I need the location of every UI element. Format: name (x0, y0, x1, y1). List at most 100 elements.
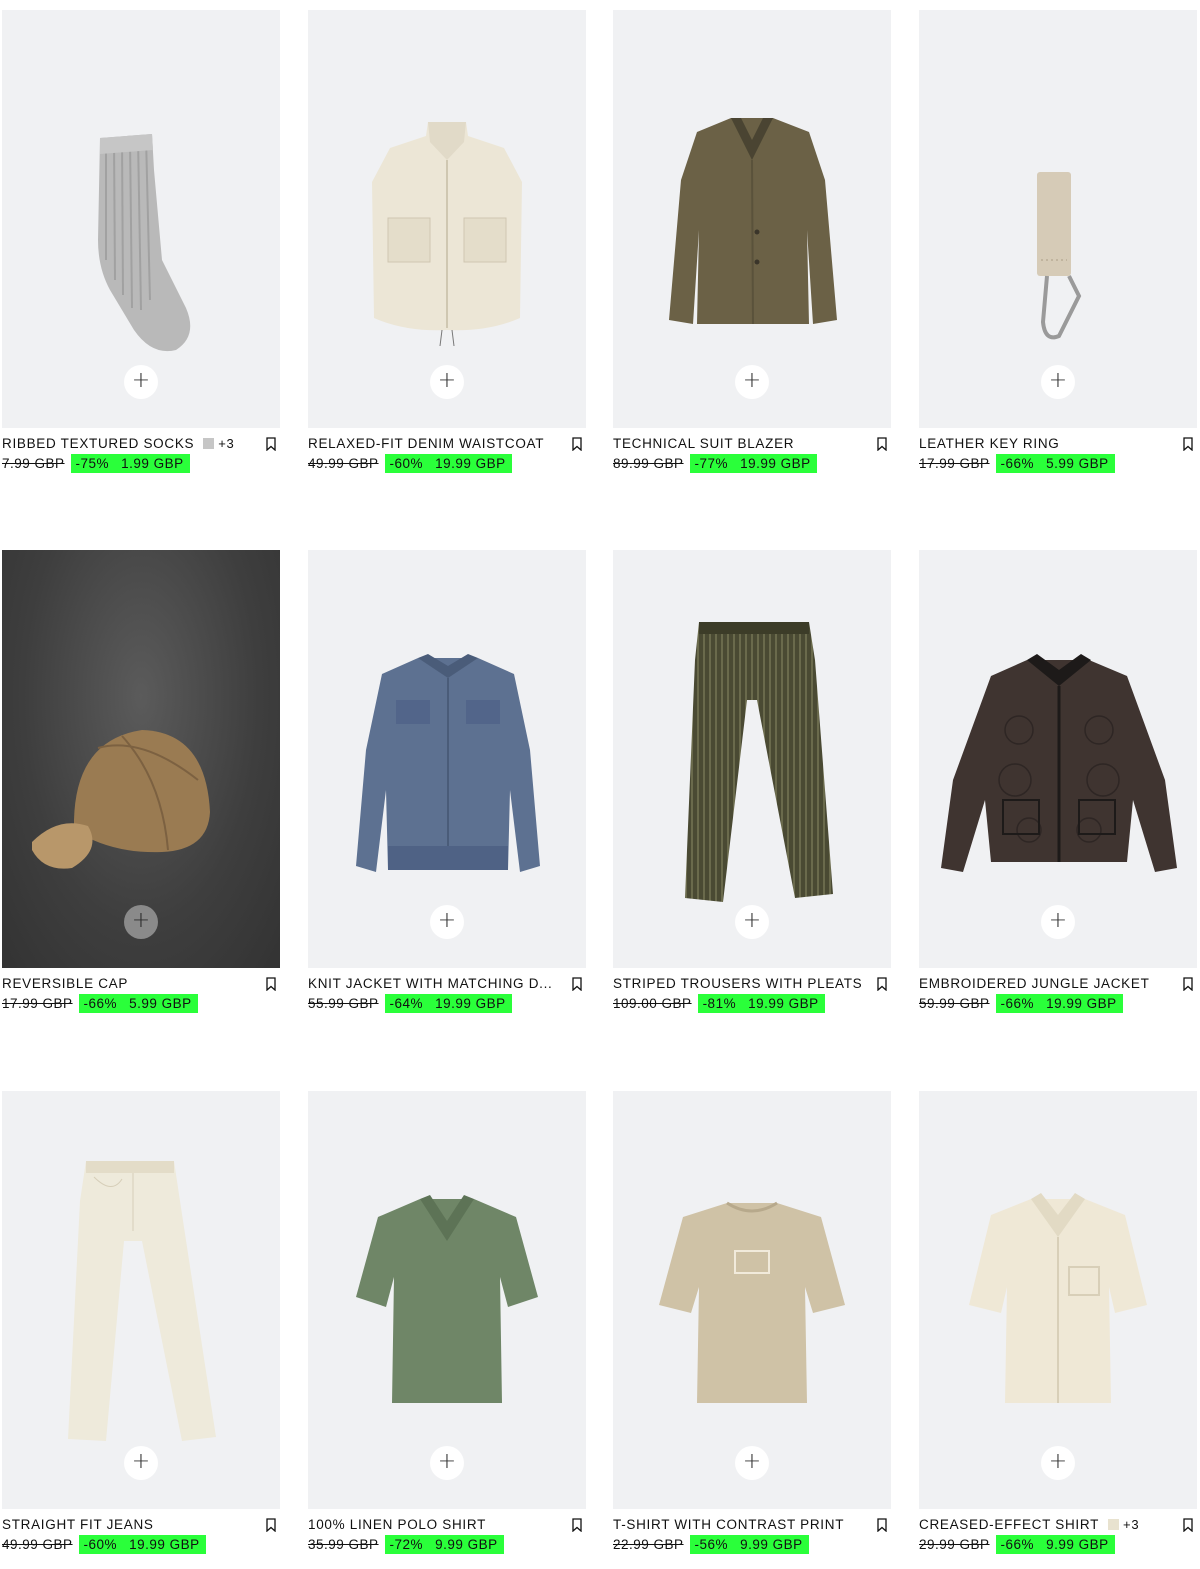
product-name[interactable]: EMBROIDERED JUNGLE JACKET (919, 976, 1150, 991)
product-card[interactable]: + RELAXED-FIT DENIM WAISTCOAT 49.99 GBP -… (308, 10, 586, 484)
discount-percent: -56% (694, 1537, 729, 1552)
product-image[interactable]: + (2, 550, 280, 968)
product-card[interactable]: + EMBROIDERED JUNGLE JACKET 59.99 GBP -66… (919, 550, 1197, 1024)
bookmark-icon[interactable] (1183, 1518, 1193, 1532)
color-swatch[interactable] (1108, 1519, 1120, 1530)
product-name[interactable]: STRIPED TROUSERS WITH PLEATS (613, 976, 862, 991)
discount-percent: -81% (702, 996, 737, 1011)
product-image[interactable]: + (613, 1091, 891, 1509)
product-name[interactable]: STRAIGHT FIT JEANS (2, 1517, 154, 1532)
product-image[interactable]: + (613, 10, 891, 428)
add-to-cart-button[interactable]: + (124, 365, 158, 399)
product-card[interactable]: + TECHNICAL SUIT BLAZER 89.99 GBP -77% 19.… (613, 10, 891, 484)
sale-badge: -66% 9.99 GBP (995, 1535, 1115, 1554)
product-card[interactable]: + 100% LINEN POLO SHIRT 35.99 GBP -72% 9.9… (308, 1091, 586, 1565)
product-card[interactable]: + STRAIGHT FIT JEANS 49.99 GBP -60% 19.99 … (2, 1091, 280, 1565)
product-image[interactable]: + (613, 550, 891, 968)
sale-price: 19.99 GBP (748, 996, 819, 1011)
price-row: 7.99 GBP -75% 1.99 GBP (2, 454, 190, 473)
bookmark-icon[interactable] (572, 437, 582, 451)
add-to-cart-button[interactable]: + (124, 905, 158, 939)
sale-badge: -72% 9.99 GBP (384, 1535, 504, 1554)
add-to-cart-button[interactable]: + (1041, 365, 1075, 399)
bookmark-icon[interactable] (1183, 437, 1193, 451)
sale-price: 9.99 GBP (740, 1537, 803, 1552)
product-card[interactable]: + KNIT JACKET WITH MATCHING D... 55.99 G… (308, 550, 586, 1024)
add-to-cart-button[interactable]: + (1041, 1446, 1075, 1480)
add-to-cart-button[interactable]: + (430, 365, 464, 399)
product-image[interactable]: + (308, 1091, 586, 1509)
sale-badge: -60% 19.99 GBP (78, 1535, 206, 1554)
product-card[interactable]: + REVERSIBLE CAP 17.99 GBP -66% 5.99 GBP (2, 550, 280, 1024)
product-image[interactable]: + (2, 10, 280, 428)
bookmark-icon[interactable] (877, 437, 887, 451)
original-price: 49.99 GBP (2, 1537, 73, 1552)
bookmark-icon[interactable] (266, 1518, 276, 1532)
product-name[interactable]: RIBBED TEXTURED SOCKS +3 (2, 436, 234, 451)
bookmark-icon[interactable] (877, 1518, 887, 1532)
original-price: 7.99 GBP (2, 456, 65, 471)
sale-price: 5.99 GBP (129, 996, 192, 1011)
discount-percent: -72% (389, 1537, 424, 1552)
discount-percent: -60% (389, 456, 424, 471)
price-row: 89.99 GBP -77% 19.99 GBP (613, 454, 817, 473)
product-name[interactable]: KNIT JACKET WITH MATCHING D... (308, 976, 553, 991)
sale-price: 19.99 GBP (435, 456, 506, 471)
original-price: 17.99 GBP (2, 996, 73, 1011)
sale-price: 1.99 GBP (121, 456, 184, 471)
product-card[interactable]: + RIBBED TEXTURED SOCKS +3 7.99 GBP -75% 1.… (2, 10, 280, 484)
product-card[interactable]: + CREASED-EFFECT SHIRT +3 29.99 GBP -66% 9.… (919, 1091, 1197, 1565)
discount-percent: -66% (1000, 456, 1035, 471)
discount-percent: -75% (75, 456, 110, 471)
sale-price: 9.99 GBP (1046, 1537, 1109, 1552)
product-name[interactable]: 100% LINEN POLO SHIRT (308, 1517, 486, 1532)
add-to-cart-button[interactable]: + (1041, 905, 1075, 939)
product-image[interactable]: + (919, 10, 1197, 428)
add-to-cart-button[interactable]: + (735, 365, 769, 399)
sale-badge: -66% 5.99 GBP (78, 994, 198, 1013)
color-swatch[interactable] (203, 438, 215, 449)
add-to-cart-button[interactable]: + (735, 905, 769, 939)
product-name[interactable]: TECHNICAL SUIT BLAZER (613, 436, 794, 451)
sale-badge: -66% 19.99 GBP (995, 994, 1123, 1013)
add-to-cart-button[interactable]: + (735, 1446, 769, 1480)
bookmark-icon[interactable] (572, 977, 582, 991)
price-row: 55.99 GBP -64% 19.99 GBP (308, 994, 512, 1013)
product-name[interactable]: LEATHER KEY RING (919, 436, 1060, 451)
product-image[interactable]: + (2, 1091, 280, 1509)
sale-badge: -75% 1.99 GBP (70, 454, 190, 473)
product-name[interactable]: RELAXED-FIT DENIM WAISTCOAT (308, 436, 544, 451)
product-image[interactable]: + (919, 1091, 1197, 1509)
discount-percent: -66% (1000, 1537, 1035, 1552)
bookmark-icon[interactable] (1183, 977, 1193, 991)
product-card[interactable]: + LEATHER KEY RING 17.99 GBP -66% 5.99 GBP (919, 10, 1197, 484)
product-name[interactable]: T-SHIRT WITH CONTRAST PRINT (613, 1517, 844, 1532)
price-row: 29.99 GBP -66% 9.99 GBP (919, 1535, 1115, 1554)
product-image[interactable]: + (308, 550, 586, 968)
add-to-cart-button[interactable]: + (430, 905, 464, 939)
original-price: 59.99 GBP (919, 996, 990, 1011)
product-image[interactable]: + (919, 550, 1197, 968)
sale-price: 19.99 GBP (1046, 996, 1117, 1011)
original-price: 89.99 GBP (613, 456, 684, 471)
price-row: 35.99 GBP -72% 9.99 GBP (308, 1535, 504, 1554)
product-card[interactable]: + STRIPED TROUSERS WITH PLEATS 109.00 GB… (613, 550, 891, 1024)
bookmark-icon[interactable] (266, 977, 276, 991)
sale-price: 19.99 GBP (129, 1537, 200, 1552)
product-name-text: RIBBED TEXTURED SOCKS (2, 436, 195, 451)
add-to-cart-button[interactable]: + (430, 1446, 464, 1480)
product-name[interactable]: REVERSIBLE CAP (2, 976, 128, 991)
product-image[interactable]: + (308, 10, 586, 428)
sale-price: 9.99 GBP (435, 1537, 498, 1552)
sale-price: 19.99 GBP (435, 996, 506, 1011)
original-price: 22.99 GBP (613, 1537, 684, 1552)
sale-price: 5.99 GBP (1046, 456, 1109, 471)
price-row: 109.00 GBP -81% 19.99 GBP (613, 994, 825, 1013)
bookmark-icon[interactable] (572, 1518, 582, 1532)
add-to-cart-button[interactable]: + (124, 1446, 158, 1480)
bookmark-icon[interactable] (877, 977, 887, 991)
price-row: 49.99 GBP -60% 19.99 GBP (308, 454, 512, 473)
product-card[interactable]: + T-SHIRT WITH CONTRAST PRINT 22.99 GBP -… (613, 1091, 891, 1565)
product-name[interactable]: CREASED-EFFECT SHIRT +3 (919, 1517, 1139, 1532)
bookmark-icon[interactable] (266, 437, 276, 451)
